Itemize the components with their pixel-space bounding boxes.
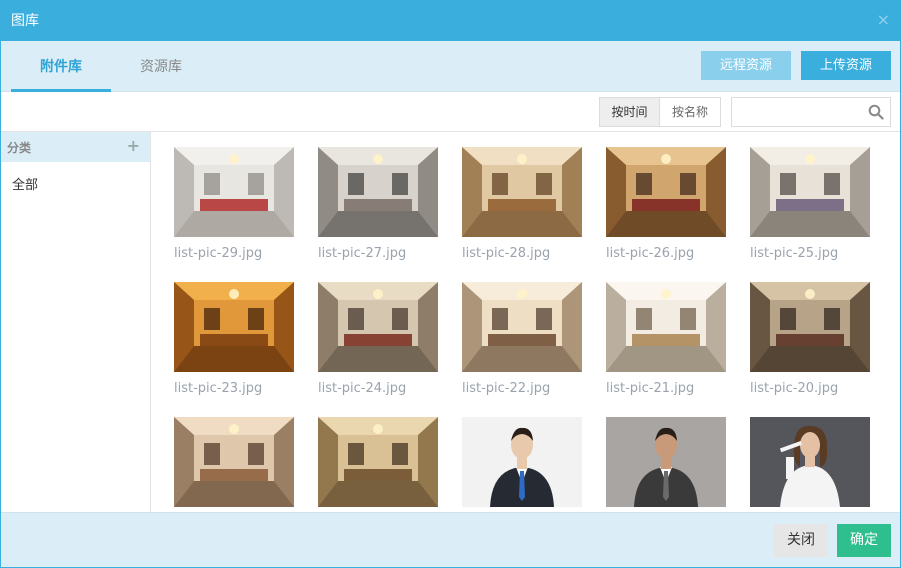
gallery-tile[interactable]: list-pic-22.jpg: [462, 282, 582, 396]
gallery-thumbnail[interactable]: [750, 147, 870, 237]
tab-bar: 附件库 资源库 远程资源 上传资源: [1, 41, 900, 92]
gallery-caption: list-pic-28.jpg: [462, 246, 551, 261]
gallery-thumbnail[interactable]: [606, 282, 726, 372]
category-item-all[interactable]: 全部: [12, 174, 38, 193]
image-gallery: list-pic-29.jpg list-pic-27.jpg list-pic-2…: [152, 132, 900, 512]
gallery-tile[interactable]: list-pic-23.jpg: [174, 282, 294, 396]
close-button[interactable]: 关闭: [774, 524, 828, 557]
search-box: [731, 97, 891, 127]
gallery-caption: list-pic-21.jpg: [606, 381, 695, 396]
gallery-tile[interactable]: list-pic-20.jpg: [750, 282, 870, 396]
gallery-thumbnail[interactable]: [606, 417, 726, 507]
gallery-thumbnail[interactable]: [318, 147, 438, 237]
gallery-thumbnail[interactable]: [174, 282, 294, 372]
gallery-tile[interactable]: list-pic-29.jpg: [174, 147, 294, 261]
gallery-caption: list-pic-29.jpg: [174, 246, 263, 261]
gallery-thumbnail[interactable]: [462, 417, 582, 507]
gallery-caption: list-pic-25.jpg: [750, 246, 839, 261]
gallery-tile[interactable]: list-pic-27.jpg: [318, 147, 438, 261]
add-category-icon[interactable]: +: [127, 137, 140, 155]
gallery-tile[interactable]: [174, 417, 294, 507]
remote-resources-button[interactable]: 远程资源: [701, 51, 791, 80]
dialog-titlebar: 图库 ×: [1, 1, 900, 41]
gallery-caption: list-pic-22.jpg: [462, 381, 551, 396]
sort-by-time-button[interactable]: 按时间: [600, 98, 660, 126]
gallery-thumbnail[interactable]: [174, 147, 294, 237]
gallery-thumbnail[interactable]: [318, 417, 438, 507]
gallery-thumbnail[interactable]: [174, 417, 294, 507]
category-sidebar: 分类 + 全部: [1, 132, 151, 512]
gallery-caption: list-pic-27.jpg: [318, 246, 407, 261]
gallery-thumbnail[interactable]: [606, 147, 726, 237]
gallery-tile[interactable]: list-pic-21.jpg: [606, 282, 726, 396]
gallery-dialog: 图库 × 附件库 资源库 远程资源 上传资源 按时间 按名称 分类 + 全部 l…: [0, 0, 901, 568]
gallery-tile[interactable]: list-pic-28.jpg: [462, 147, 582, 261]
category-header: 分类 +: [1, 132, 150, 162]
gallery-tile[interactable]: list-pic-24.jpg: [318, 282, 438, 396]
tab-resources[interactable]: 资源库: [111, 41, 211, 92]
category-header-label: 分类: [7, 141, 32, 155]
filter-toolbar: 按时间 按名称: [1, 92, 900, 132]
gallery-caption: list-pic-24.jpg: [318, 381, 407, 396]
gallery-tile[interactable]: list-pic-25.jpg: [750, 147, 870, 261]
gallery-caption: list-pic-20.jpg: [750, 381, 839, 396]
gallery-tile[interactable]: [462, 417, 582, 507]
sort-toggle-group: 按时间 按名称: [599, 97, 721, 127]
dialog-footer: 关闭 确定: [1, 512, 900, 567]
gallery-thumbnail[interactable]: [750, 417, 870, 507]
gallery-caption: list-pic-26.jpg: [606, 246, 695, 261]
gallery-thumbnail[interactable]: [462, 282, 582, 372]
gallery-caption: list-pic-23.jpg: [174, 381, 263, 396]
gallery-tile[interactable]: [606, 417, 726, 507]
sort-by-name-button[interactable]: 按名称: [660, 98, 720, 126]
close-icon[interactable]: ×: [877, 11, 890, 29]
search-icon[interactable]: [868, 104, 884, 120]
gallery-tile[interactable]: list-pic-26.jpg: [606, 147, 726, 261]
gallery-tile[interactable]: [750, 417, 870, 507]
dialog-title: 图库: [11, 13, 39, 29]
gallery-thumbnail[interactable]: [462, 147, 582, 237]
search-input[interactable]: [732, 98, 857, 126]
gallery-thumbnail[interactable]: [750, 282, 870, 372]
tab-attachments[interactable]: 附件库: [11, 41, 111, 92]
gallery-thumbnail[interactable]: [318, 282, 438, 372]
gallery-tile[interactable]: [318, 417, 438, 507]
confirm-button[interactable]: 确定: [837, 524, 891, 557]
upload-resources-button[interactable]: 上传资源: [801, 51, 891, 80]
